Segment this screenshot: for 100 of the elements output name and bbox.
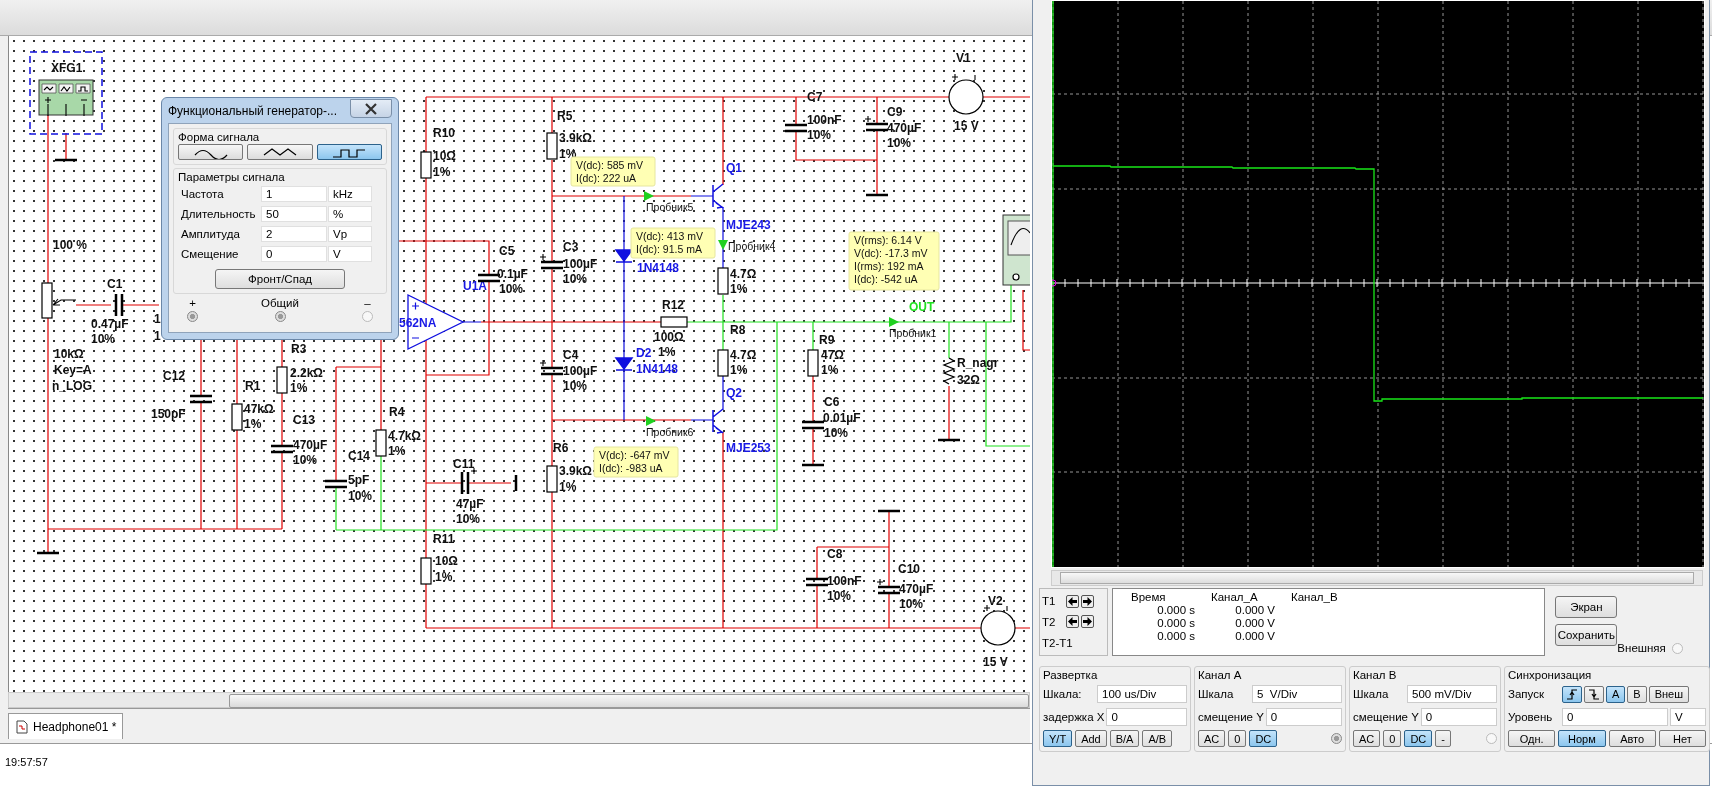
offset-field[interactable]: 0 xyxy=(1106,708,1187,726)
arrow-right-icon xyxy=(1083,617,1092,627)
parameter-label: Смещение xyxy=(180,247,240,260)
offset-field[interactable]: 0 xyxy=(1265,708,1342,726)
component-label: R10 xyxy=(433,126,455,140)
unit-field[interactable]: V xyxy=(328,245,372,262)
diode-symbol xyxy=(615,249,634,263)
scale-field[interactable]: 500 mV/Div xyxy=(1407,685,1497,703)
close-button[interactable] xyxy=(350,99,392,118)
horizontal-scrollbar[interactable] xyxy=(8,692,1030,708)
scale-field[interactable]: 100 us/Div xyxy=(1097,685,1187,703)
component-label: V2 xyxy=(988,594,1003,608)
coupling-button[interactable]: DC xyxy=(1249,730,1278,747)
scrollbar-thumb[interactable] xyxy=(1060,572,1694,584)
edge-button[interactable] xyxy=(1584,685,1604,703)
probe-arrow-icon xyxy=(889,317,899,327)
component-label: C11 xyxy=(453,457,475,471)
component-label: C4 xyxy=(563,348,579,362)
component-label: C7 xyxy=(807,90,823,104)
waveform-button[interactable] xyxy=(247,144,313,160)
coupling-button[interactable]: DC xyxy=(1404,730,1433,747)
transistor-symbol xyxy=(712,408,724,434)
component-label: 1% xyxy=(559,147,577,161)
mode-button[interactable]: B/A xyxy=(1109,730,1140,747)
level-field[interactable]: 0 xyxy=(1562,708,1668,726)
offset-field[interactable]: 0 xyxy=(1420,708,1497,726)
source-button[interactable]: B xyxy=(1627,685,1647,703)
component-label: 1% xyxy=(388,444,406,458)
scope-button[interactable]: Экран xyxy=(1555,596,1618,618)
component-label: C5 xyxy=(499,244,515,258)
horizontal-scrollbar[interactable] xyxy=(1051,570,1703,586)
source-button[interactable]: A xyxy=(1606,685,1626,703)
voltage-source-symbol xyxy=(980,604,1016,646)
terminal-connector[interactable] xyxy=(274,311,286,322)
component-label: 0.01µF xyxy=(823,411,861,425)
cursor-left-button[interactable] xyxy=(1066,594,1079,608)
component-label: 1% xyxy=(559,480,577,494)
cursor-right-button[interactable] xyxy=(1081,594,1094,608)
component-label: 1 xyxy=(154,329,161,343)
component-label: 1% xyxy=(730,363,748,377)
component-label: 0.1µF xyxy=(497,267,528,281)
unit-field[interactable]: % xyxy=(328,205,372,222)
parameter-field[interactable]: 0 xyxy=(261,245,327,262)
component-label: 100 % xyxy=(53,238,88,252)
mode-button[interactable]: Норм xyxy=(1558,730,1606,747)
scope-button[interactable]: Сохранить xyxy=(1555,624,1618,646)
coupling-button[interactable]: 0 xyxy=(1383,730,1402,747)
component-label: 10% xyxy=(293,453,318,467)
component-label: 10% xyxy=(91,332,116,346)
unit-field[interactable]: kHz xyxy=(328,185,372,202)
component-label: 3.9kΩ xyxy=(559,131,592,145)
coupling-button[interactable]: 0 xyxy=(1228,730,1247,747)
terminal-connector[interactable] xyxy=(1331,733,1342,744)
voltage-source-symbol xyxy=(948,73,984,115)
component-label: 10% xyxy=(899,597,924,611)
component-label: 4.7kΩ xyxy=(388,429,421,443)
cursor-left-button[interactable] xyxy=(1066,615,1079,629)
parameter-field[interactable]: 2 xyxy=(261,225,327,242)
component-label: 1% xyxy=(290,381,308,395)
component-label: 1% xyxy=(435,570,453,584)
resistor-symbol xyxy=(546,465,558,493)
scale-field[interactable]: 5 V/Div xyxy=(1252,685,1342,703)
component-label: 1% xyxy=(730,282,748,296)
parameter-field[interactable]: 1 xyxy=(261,185,327,202)
rise-fall-button[interactable]: Фронт/Спад xyxy=(215,269,345,289)
component-label: 15 V xyxy=(983,655,1008,669)
channel-value: 0.000 V xyxy=(1234,630,1276,643)
cursor-right-button[interactable] xyxy=(1081,615,1094,629)
component-label: R11 xyxy=(433,532,455,546)
component-label: 1% xyxy=(244,417,262,431)
mode-button[interactable]: Y/T xyxy=(1043,730,1073,747)
channel-value: 0.000 V xyxy=(1234,617,1276,630)
coupling-button[interactable]: AC xyxy=(1353,730,1381,747)
mode-button[interactable]: Авто xyxy=(1608,730,1656,747)
mode-button[interactable]: Add xyxy=(1075,730,1107,747)
probe-name: Пробник1 xyxy=(889,327,937,339)
mode-button[interactable]: Одн. xyxy=(1508,730,1556,747)
scrollbar-thumb[interactable] xyxy=(229,694,1029,708)
resistor-symbol xyxy=(942,357,956,385)
waveform-button[interactable] xyxy=(178,144,244,160)
ground-symbol xyxy=(938,438,960,442)
coupling-button[interactable]: AC xyxy=(1198,730,1226,747)
ground-symbol xyxy=(866,193,888,197)
field-label: смещение Y xyxy=(1198,711,1264,723)
terminal-connector[interactable] xyxy=(187,311,198,322)
waveform-button[interactable] xyxy=(316,144,382,160)
parameter-label: Амплитуда xyxy=(180,227,241,240)
source-button[interactable]: Внеш xyxy=(1648,685,1690,703)
mode-button[interactable]: Нет xyxy=(1658,730,1706,747)
coupling-button[interactable]: - xyxy=(1435,730,1451,747)
unit-field[interactable]: V xyxy=(1670,708,1706,726)
unit-field[interactable]: Vp xyxy=(328,225,372,242)
mode-button[interactable]: A/B xyxy=(1142,730,1173,747)
edge-button[interactable] xyxy=(1562,685,1582,703)
resistor-symbol xyxy=(807,349,819,377)
close-icon xyxy=(364,102,378,115)
document-tab[interactable]: Headphone01 * xyxy=(8,713,124,739)
parameter-field[interactable]: 50 xyxy=(261,205,327,222)
parameter-label: Частота xyxy=(180,187,225,200)
time-value: 0.000 s xyxy=(1156,604,1196,617)
